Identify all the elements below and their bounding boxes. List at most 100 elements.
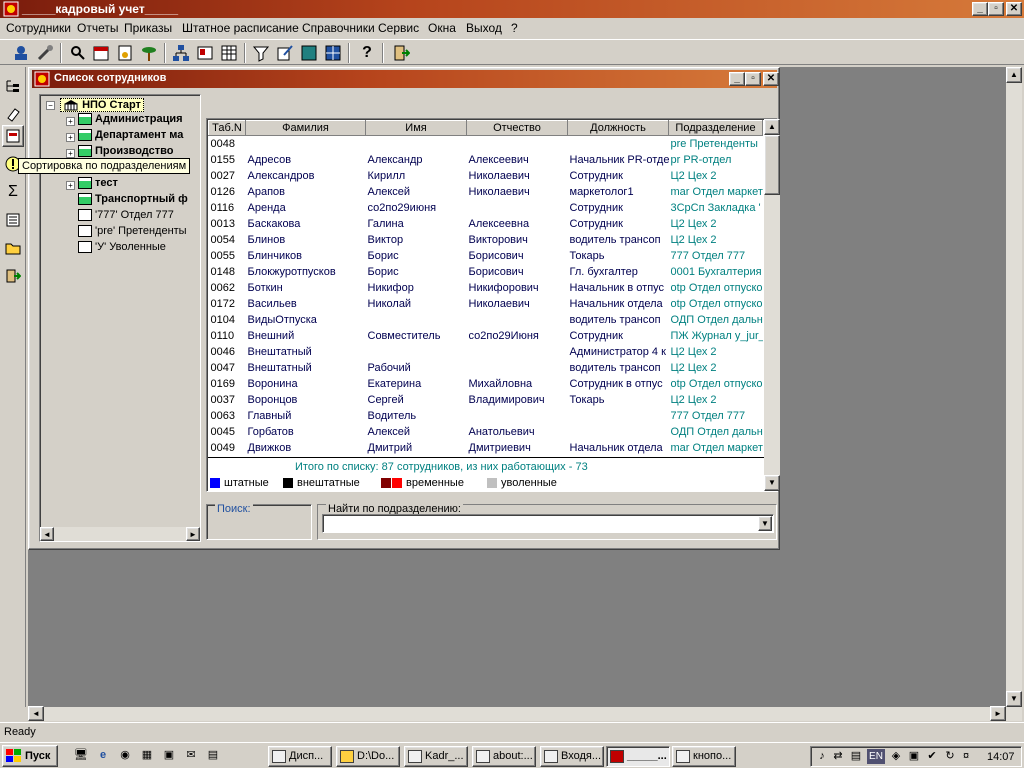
tree-item-transport[interactable]: Транспортный ф: [78, 193, 188, 206]
volume-icon[interactable]: ♪: [815, 749, 829, 763]
column-header-name[interactable]: Имя: [365, 120, 467, 136]
tree-item-pre[interactable]: 'pre' Претенденты: [78, 225, 187, 238]
calendar-icon[interactable]: [90, 42, 112, 64]
table-row[interactable]: 0048 pre Претенденты: [209, 136, 763, 152]
expand-icon[interactable]: +: [66, 133, 75, 142]
menu-exit[interactable]: Выход: [466, 21, 502, 35]
task-dispatcher[interactable]: Дисп...: [268, 746, 332, 767]
table-row[interactable]: 0063 Главный Водитель 777 Отдел 777: [209, 408, 763, 424]
table-row[interactable]: 0055 Блинчиков Борис Борисович Токарь 777 Отд…: [209, 248, 763, 264]
column-header-surname[interactable]: Фамилия: [245, 120, 366, 136]
table-row[interactable]: 0172 Васильев Николай Николаевич Начальник о…: [209, 296, 763, 312]
network-icon[interactable]: ⇄: [831, 749, 845, 763]
printer-icon[interactable]: ▤: [849, 749, 863, 763]
restore-button[interactable]: ▫: [988, 2, 1004, 16]
app-titlebar[interactable]: _____кадровый учет_____ _ ▫ ✕: [0, 0, 1024, 18]
palm-icon[interactable]: [138, 42, 160, 64]
save-icon[interactable]: ▤: [206, 748, 220, 762]
mail-icon[interactable]: ✉: [184, 748, 198, 762]
computer-icon[interactable]: ▣: [162, 748, 176, 762]
mdi-horizontal-scrollbar[interactable]: ◄ ►: [28, 706, 1022, 721]
task-inbox[interactable]: Входя...: [540, 746, 604, 767]
table-row[interactable]: 0013 Баскакова Галина Алексеевна Сотрудник Ц2…: [209, 216, 763, 232]
menu-references[interactable]: Справочники: [302, 21, 375, 35]
menu-staffing[interactable]: Штатное расписание: [182, 21, 299, 35]
tree-hscrollbar[interactable]: ◄ ►: [40, 527, 200, 541]
expand-icon[interactable]: +: [66, 117, 75, 126]
tools-icon[interactable]: [34, 42, 56, 64]
scroll-right-icon[interactable]: ►: [990, 706, 1006, 721]
task-folder[interactable]: D:\Do...: [336, 746, 400, 767]
menu-reports[interactable]: Отчеты: [77, 21, 118, 35]
expand-icon[interactable]: +: [66, 149, 75, 158]
tree-item-fired[interactable]: 'У' Уволенные: [78, 241, 166, 254]
table-row[interactable]: 0037 Воронцов Сергей Владимирович Токарь Ц2 Ц…: [209, 392, 763, 408]
expand-icon[interactable]: +: [66, 181, 75, 190]
chevron-down-icon[interactable]: ▼: [758, 516, 772, 531]
desktop-icon[interactable]: 🖥: [74, 748, 88, 762]
column-header-department[interactable]: Подразделение: [668, 120, 763, 136]
menu-help[interactable]: ?: [511, 21, 518, 35]
antivirus-icon[interactable]: ◈: [889, 749, 903, 763]
lang-icon[interactable]: ¤: [959, 749, 973, 763]
checkmark-icon[interactable]: ✔: [925, 749, 939, 763]
help-icon[interactable]: ?: [356, 42, 378, 64]
scroll-up-icon[interactable]: ▲: [1006, 67, 1022, 83]
table-row[interactable]: 0169 Воронина Екатерина Михайловна Сотрудник…: [209, 376, 763, 392]
menu-service[interactable]: Сервис: [378, 21, 419, 35]
eraser-icon[interactable]: [2, 103, 24, 125]
dept-sort-icon[interactable]: [2, 125, 24, 147]
scroll-right-icon[interactable]: ►: [186, 527, 200, 541]
exit-icon[interactable]: [2, 265, 24, 287]
exit-icon[interactable]: [390, 42, 412, 64]
employees-icon[interactable]: [10, 42, 32, 64]
app-icon[interactable]: [3, 1, 19, 17]
task-buttons[interactable]: кнопо...: [672, 746, 736, 767]
grid-vscrollbar[interactable]: ▲ ▼: [764, 119, 780, 491]
task-hr-app[interactable]: _____...: [606, 746, 670, 767]
dept-search-combobox[interactable]: ▼: [322, 514, 774, 533]
mdi-vertical-scrollbar[interactable]: ▲ ▼: [1006, 67, 1022, 707]
display-icon[interactable]: ▣: [907, 749, 921, 763]
table-row[interactable]: 0054 Блинов Виктор Викторович водитель тран…: [209, 232, 763, 248]
menu-employees[interactable]: Сотрудники: [6, 21, 71, 35]
table-row[interactable]: 0062 Боткин Никифор Никифорович Начальник в …: [209, 280, 763, 296]
scroll-thumb[interactable]: [764, 135, 780, 195]
collapse-icon[interactable]: −: [46, 101, 55, 110]
media-icon[interactable]: ◉: [118, 748, 132, 762]
table-row[interactable]: 0049 Движков Дмитрий Дмитриевич Начальник от…: [209, 440, 763, 456]
table-row[interactable]: 0045 Горбатов Алексей Анатольевич ОДП Отдел …: [209, 424, 763, 440]
scroll-left-icon[interactable]: ◄: [28, 706, 44, 721]
table-row[interactable]: 0046 Внештатный Администратор 4 к Ц2 Цех 2: [209, 344, 763, 360]
filter-icon[interactable]: [250, 42, 272, 64]
scroll-down-icon[interactable]: ▼: [764, 475, 780, 491]
tree-item-test[interactable]: тест: [78, 177, 118, 190]
table-row[interactable]: 0148 Блокжуротпусков Борис Борисович Гл. бух…: [209, 264, 763, 280]
task-about[interactable]: about:...: [472, 746, 536, 767]
scroll-left-icon[interactable]: ◄: [40, 527, 54, 541]
close-button[interactable]: ✕: [1006, 2, 1022, 16]
edit-icon[interactable]: [274, 42, 296, 64]
table-row[interactable]: 0110 Внешний Совместитель со2по29Июня Сотруд…: [209, 328, 763, 344]
employee-grid[interactable]: Таб.N Фамилия Имя Отчество Должность Подразде…: [206, 118, 780, 492]
table-row[interactable]: 0116 Аренда со2по29июня Сотрудник 3СрСп Закл…: [209, 200, 763, 216]
sync-icon[interactable]: ↻: [943, 749, 957, 763]
monitor-icon[interactable]: [298, 42, 320, 64]
child-titlebar[interactable]: Список сотрудников _ ▫ ✕: [32, 70, 779, 88]
minimize-button[interactable]: _: [972, 2, 988, 16]
table-row[interactable]: 0104 ВидыОтпуска водитель трансоп ОДП Отде…: [209, 312, 763, 328]
search-person-icon[interactable]: [66, 42, 88, 64]
column-header-position[interactable]: Должность: [567, 120, 669, 136]
sum-icon[interactable]: Σ: [2, 181, 24, 203]
child-maximize-button[interactable]: ▫: [745, 72, 761, 86]
menu-orders[interactable]: Приказы: [124, 21, 172, 35]
language-indicator[interactable]: EN: [867, 749, 885, 764]
browser-icon[interactable]: e: [96, 748, 110, 762]
scroll-up-icon[interactable]: ▲: [764, 119, 780, 135]
column-header-tab-number[interactable]: Таб.N: [208, 120, 246, 136]
child-minimize-button[interactable]: _: [729, 72, 745, 86]
tree-item-777[interactable]: '777' Отдел 777: [78, 209, 174, 222]
table-row[interactable]: 0155 Адресов Александр Алексеевич Начальник …: [209, 152, 763, 168]
certificate-icon[interactable]: [114, 42, 136, 64]
tree-item-department[interactable]: Департамент ма: [78, 129, 183, 142]
